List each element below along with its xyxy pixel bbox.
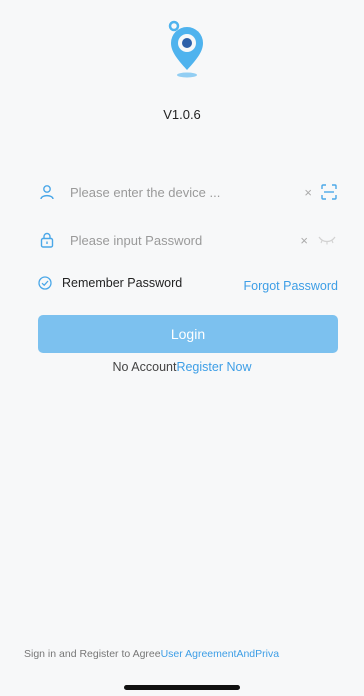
password-row: × [38, 226, 338, 254]
device-input[interactable] [70, 184, 299, 200]
home-indicator[interactable] [124, 685, 240, 690]
no-account-text: No Account [112, 360, 177, 374]
clear-password-button[interactable]: × [300, 233, 308, 248]
password-input[interactable] [70, 232, 295, 248]
user-icon [38, 183, 56, 201]
privacy-policy-link[interactable]: Priva [255, 648, 279, 660]
scan-qr-icon[interactable] [320, 183, 338, 201]
remember-password-toggle[interactable]: Remember Password [38, 276, 182, 290]
remember-password-label: Remember Password [62, 276, 183, 290]
login-button[interactable]: Login [38, 315, 338, 353]
register-prompt: No AccountRegister Now [0, 360, 364, 374]
hide-password-icon[interactable] [316, 233, 338, 247]
agreement-text: Sign in and Register to AgreeUser Agreem… [24, 648, 364, 660]
check-circle-icon[interactable] [38, 276, 52, 290]
agreement-and: And [236, 648, 256, 660]
register-now-link[interactable]: Register Now [176, 360, 251, 374]
user-agreement-link[interactable]: User Agreement [161, 648, 237, 660]
device-row: × [38, 178, 338, 206]
lock-icon [38, 231, 56, 249]
agreement-prefix: Sign in and Register to Agree [24, 648, 161, 660]
forgot-password-link[interactable]: Forgot Password [244, 279, 338, 293]
clear-device-button[interactable]: × [304, 185, 312, 200]
app-logo-icon [168, 20, 203, 78]
app-version: V1.0.6 [163, 107, 201, 122]
